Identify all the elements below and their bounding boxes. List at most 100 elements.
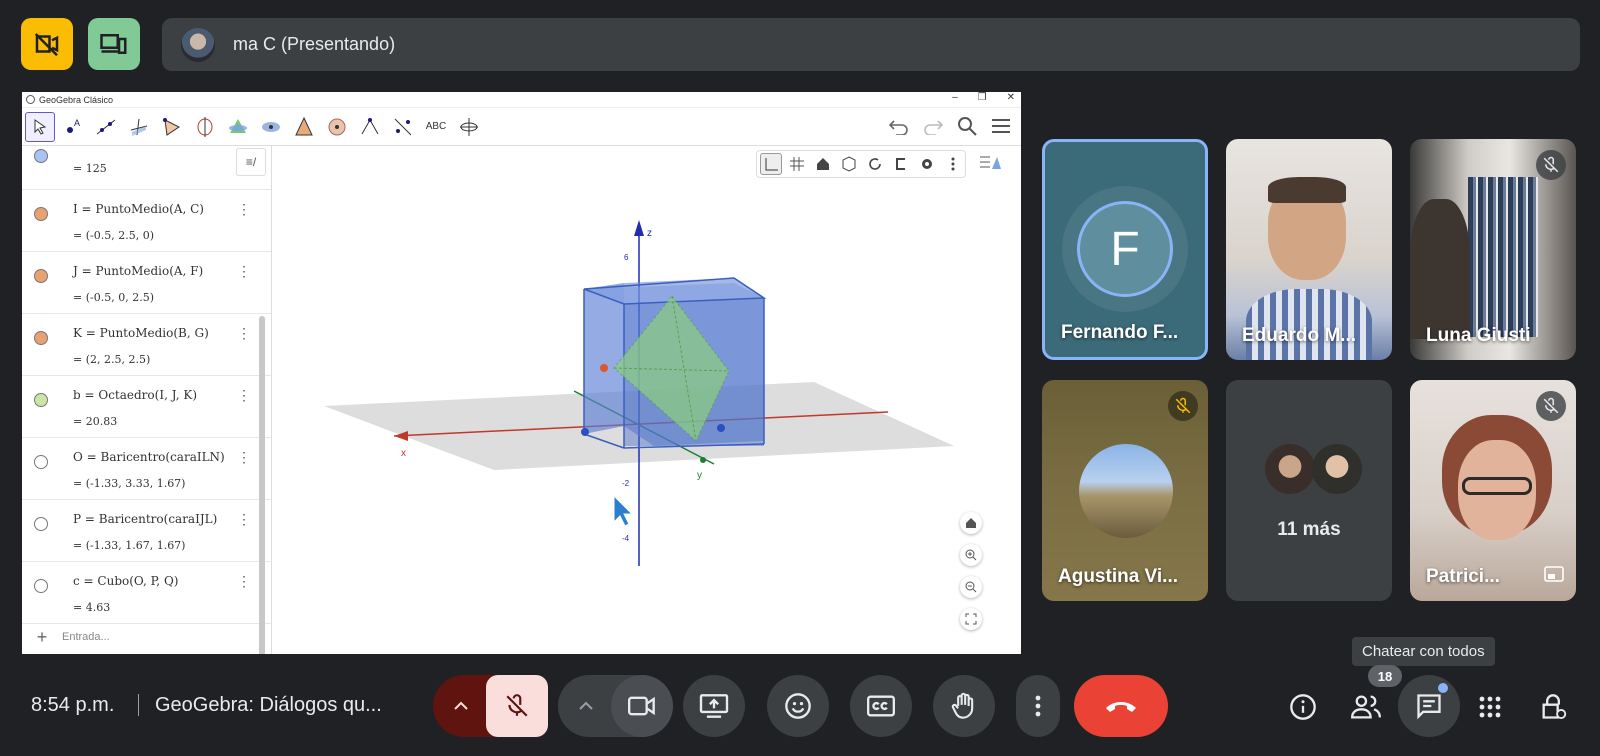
- algebra-row[interactable]: c = Cubo(O, P, Q) = 4.63 ⋮: [22, 562, 271, 624]
- participant-tile-luna[interactable]: Luna Giusti: [1410, 139, 1576, 360]
- reactions-button[interactable]: [767, 675, 829, 737]
- algebra-row[interactable]: O = Baricentro(caraILN) = (-1.33, 3.33, 1…: [22, 438, 271, 500]
- shared-screen-geogebra: GeoGebra Clásico – ❐ ✕ A ABC ≡/ = 125 I =: [22, 92, 1021, 654]
- emoji-icon: [785, 693, 811, 719]
- mic-toggle-button[interactable]: [486, 675, 548, 737]
- pyramid-tool-icon[interactable]: [289, 112, 319, 142]
- text-tool[interactable]: ABC: [421, 112, 451, 142]
- mic-off-icon: [506, 694, 528, 717]
- point-I: [600, 364, 608, 372]
- cube-view-icon[interactable]: [838, 153, 860, 175]
- participant-name: Agustina Vi...: [1058, 566, 1179, 587]
- algebra-scrollbar[interactable]: [259, 316, 265, 654]
- clipping-icon[interactable]: [890, 153, 912, 175]
- item-menu-icon[interactable]: ⋮: [237, 387, 251, 404]
- people-button[interactable]: [1344, 685, 1388, 729]
- algebra-row[interactable]: P = Baricentro(caraIJL) = (-1.33, 1.67, 1…: [22, 500, 271, 562]
- grid-toggle-icon[interactable]: [786, 153, 808, 175]
- move-tool-icon[interactable]: [25, 111, 55, 142]
- item-menu-icon[interactable]: ⋮: [237, 201, 251, 218]
- devices-icon: [100, 34, 127, 54]
- minimize-icon[interactable]: –: [952, 92, 958, 103]
- devices-button[interactable]: [88, 18, 140, 70]
- participant-tile-fernando[interactable]: F Fernando F...: [1042, 139, 1208, 360]
- axes-toggle-icon[interactable]: [760, 153, 782, 175]
- visibility-toggle[interactable]: [34, 149, 48, 163]
- search-icon[interactable]: [955, 114, 979, 138]
- item-menu-icon[interactable]: ⋮: [237, 573, 251, 590]
- intersect-surfaces-tool-icon[interactable]: [223, 112, 253, 142]
- z-axis-label: z: [647, 228, 652, 239]
- fullscreen-icon[interactable]: [960, 608, 982, 630]
- present-screen-button[interactable]: [683, 675, 745, 737]
- participant-name: Fernando F...: [1061, 322, 1179, 343]
- video-options-chevron-icon[interactable]: [558, 675, 614, 737]
- pip-icon[interactable]: [1544, 566, 1564, 587]
- view-menu-icon[interactable]: [978, 154, 1002, 177]
- home-graphics-icon[interactable]: [960, 512, 982, 534]
- item-menu-icon[interactable]: ⋮: [237, 325, 251, 342]
- sphere-tool-icon[interactable]: [322, 112, 352, 142]
- visibility-toggle[interactable]: [34, 331, 48, 345]
- host-controls-button[interactable]: [1531, 685, 1575, 729]
- rotate-view-tool-icon[interactable]: [454, 112, 484, 142]
- line-tool-icon[interactable]: [91, 112, 121, 142]
- more-options-icon[interactable]: [942, 153, 964, 175]
- participant-tile-more[interactable]: 11 más: [1226, 380, 1392, 601]
- graphics-3d-view[interactable]: x z y 6 -2 -4: [274, 146, 1021, 654]
- meeting-details-button[interactable]: [1281, 685, 1325, 729]
- graphics-style-bar: [756, 150, 966, 178]
- presenter-bar[interactable]: ma C (Presentando): [162, 18, 1580, 71]
- point-B: [717, 424, 725, 432]
- algebra-row[interactable]: K = PuntoMedio(B, G) = (2, 2.5, 2.5) ⋮: [22, 314, 271, 376]
- algebra-input-row[interactable]: + Entrada...: [22, 620, 271, 654]
- polygon-tool-icon[interactable]: [157, 112, 187, 142]
- chat-button[interactable]: [1398, 675, 1460, 737]
- captions-button[interactable]: [850, 675, 912, 737]
- activities-button[interactable]: [1468, 685, 1512, 729]
- audio-options-chevron-icon[interactable]: [433, 675, 489, 737]
- perpendicular-tool-icon[interactable]: [124, 112, 154, 142]
- participant-tile-eduardo[interactable]: Eduardo M...: [1226, 139, 1392, 360]
- menu-icon[interactable]: [989, 114, 1013, 138]
- camera-control-group: [558, 675, 673, 737]
- algebra-value: = (-0.5, 2.5, 0): [73, 229, 154, 242]
- visibility-toggle[interactable]: [34, 207, 48, 221]
- participant-tile-agustina[interactable]: Agustina Vi...: [1042, 380, 1208, 601]
- redo-icon[interactable]: [921, 114, 945, 138]
- presentation-camera-off-button[interactable]: [21, 18, 73, 70]
- algebra-row[interactable]: I = PuntoMedio(A, C) = (-0.5, 2.5, 0) ⋮: [22, 190, 271, 252]
- raise-hand-button[interactable]: [933, 675, 995, 737]
- home-view-icon[interactable]: [812, 153, 834, 175]
- visibility-toggle[interactable]: [34, 517, 48, 531]
- item-menu-icon[interactable]: ⋮: [237, 449, 251, 466]
- item-menu-icon[interactable]: ⋮: [237, 511, 251, 528]
- add-input-icon[interactable]: +: [22, 627, 62, 648]
- algebra-row[interactable]: J = PuntoMedio(A, F) = (-0.5, 0, 2.5) ⋮: [22, 252, 271, 314]
- point-tool-icon[interactable]: A: [58, 112, 88, 142]
- camera-toggle-button[interactable]: [611, 675, 673, 737]
- algebra-row[interactable]: b = Octaedro(I, J, K) = 20.83 ⋮: [22, 376, 271, 438]
- more-options-button[interactable]: [1016, 675, 1060, 737]
- undo-icon[interactable]: [887, 114, 911, 138]
- algebra-row[interactable]: = 125: [22, 146, 271, 190]
- participant-name: Luna Giusti: [1426, 325, 1531, 346]
- visibility-toggle[interactable]: [34, 579, 48, 593]
- angle-tool-icon[interactable]: [355, 112, 385, 142]
- plane-tool-icon[interactable]: [256, 112, 286, 142]
- rotate-view-icon[interactable]: [864, 153, 886, 175]
- close-icon[interactable]: ✕: [1007, 92, 1015, 103]
- visibility-toggle[interactable]: [34, 455, 48, 469]
- circle-axis-tool-icon[interactable]: [190, 112, 220, 142]
- leave-call-button[interactable]: [1074, 675, 1168, 737]
- settings-gear-icon[interactable]: [916, 153, 938, 175]
- visibility-toggle[interactable]: [34, 393, 48, 407]
- visibility-toggle[interactable]: [34, 269, 48, 283]
- participant-tile-patricia[interactable]: Patrici...: [1410, 380, 1576, 601]
- x-axis-label: x: [401, 448, 406, 459]
- reflect-tool-icon[interactable]: [388, 112, 418, 142]
- zoom-in-icon[interactable]: [960, 544, 982, 566]
- zoom-out-icon[interactable]: [960, 576, 982, 598]
- restore-icon[interactable]: ❐: [978, 92, 987, 103]
- item-menu-icon[interactable]: ⋮: [237, 263, 251, 280]
